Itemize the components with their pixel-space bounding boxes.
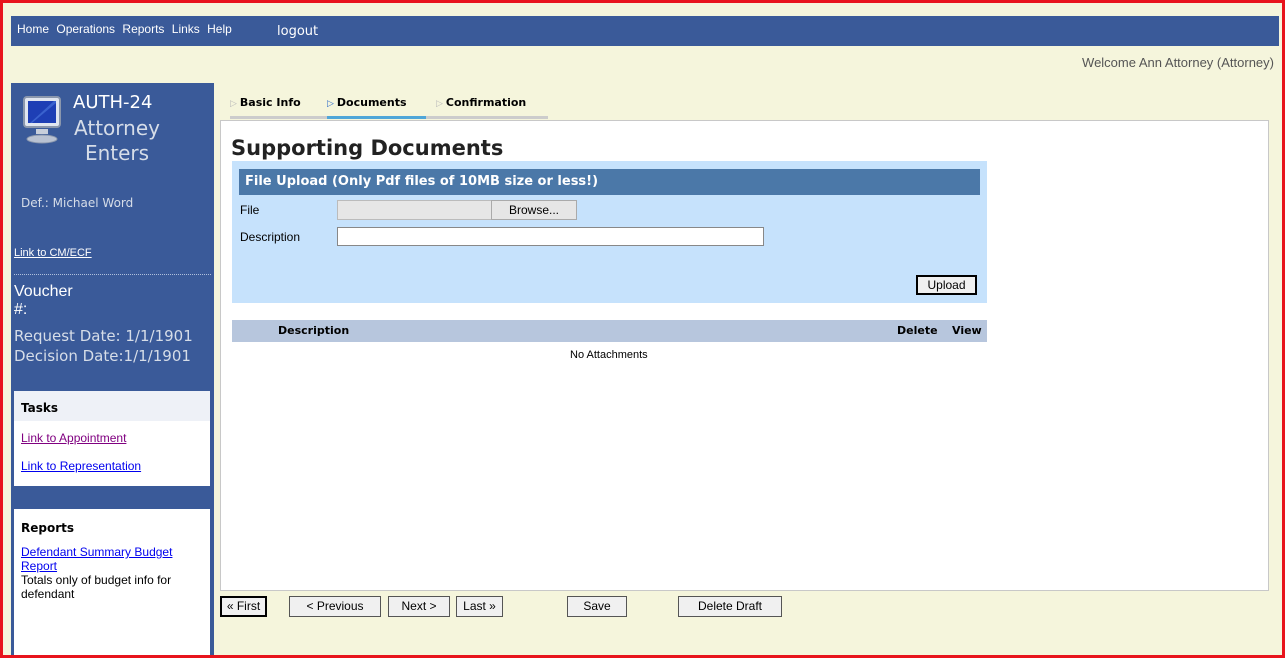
report-link-line1: Defendant Summary Budget	[21, 545, 173, 559]
form-name-line2: Enters	[84, 141, 150, 165]
nav-operations[interactable]: Operations	[56, 22, 115, 36]
defendant-summary-budget-link[interactable]: Defendant Summary Budget Report	[14, 545, 210, 573]
column-delete: Delete	[897, 324, 938, 337]
triangle-right-icon: ▷	[327, 99, 334, 109]
tab-confirmation-label: Confirmation	[445, 96, 527, 109]
form-name: Attorney Enters	[71, 116, 163, 166]
nav-links[interactable]: Links	[172, 22, 200, 36]
no-attachments-message: No Attachments	[570, 349, 648, 361]
voucher-number: Voucher #:	[14, 283, 73, 319]
previous-button[interactable]: < Previous	[289, 596, 381, 617]
top-nav-bar: Home Operations Reports Links Help logou…	[11, 16, 1279, 46]
first-button[interactable]: « First	[220, 596, 267, 617]
tab-basic-info[interactable]: ▷ Basic Info	[230, 96, 301, 116]
description-label: Description	[240, 230, 301, 244]
top-nav-links: Home Operations Reports Links Help	[17, 22, 236, 36]
tab-documents-label: Documents	[336, 96, 407, 109]
save-button[interactable]: Save	[567, 596, 627, 617]
column-view: View	[952, 324, 982, 337]
column-description: Description	[278, 324, 350, 337]
nav-help[interactable]: Help	[207, 22, 232, 36]
reports-title: Reports	[14, 509, 210, 541]
page-frame: Home Operations Reports Links Help logou…	[0, 0, 1285, 658]
nav-reports[interactable]: Reports	[122, 22, 164, 36]
delete-draft-button[interactable]: Delete Draft	[678, 596, 782, 617]
sidebar: AUTH-24 Attorney Enters Def.: Michael Wo…	[11, 83, 214, 655]
tasks-title: Tasks	[14, 391, 210, 421]
file-path-field[interactable]	[337, 200, 492, 220]
tab-basic-info-label: Basic Info	[239, 96, 301, 109]
report-note: Totals only of budget info for defendant	[21, 573, 172, 601]
file-upload-header: File Upload (Only Pdf files of 10MB size…	[239, 169, 980, 195]
monitor-icon	[23, 96, 61, 144]
last-button[interactable]: Last »	[456, 596, 503, 617]
file-upload-box: File Upload (Only Pdf files of 10MB size…	[232, 161, 987, 303]
active-tab-underline	[327, 116, 426, 119]
form-name-line1: Attorney	[74, 116, 160, 140]
next-button[interactable]: Next >	[388, 596, 450, 617]
page-title: Supporting Documents	[231, 136, 504, 160]
voucher-label: Voucher	[14, 283, 73, 300]
browse-button[interactable]: Browse...	[491, 200, 577, 220]
upload-button[interactable]: Upload	[916, 275, 977, 295]
cmecf-link[interactable]: Link to CM/ECF	[14, 247, 92, 259]
sidebar-divider	[14, 274, 211, 275]
link-to-appointment[interactable]: Link to Appointment	[14, 431, 210, 445]
defendant-name: Def.: Michael Word	[21, 196, 134, 210]
tab-documents[interactable]: ▷ Documents	[327, 96, 407, 116]
nav-home[interactable]: Home	[17, 22, 49, 36]
request-date: Request Date: 1/1/1901	[14, 327, 193, 345]
link-to-representation[interactable]: Link to Representation	[14, 459, 210, 473]
attachments-table-header: Description Delete View	[232, 320, 987, 342]
form-code: AUTH-24	[73, 92, 153, 113]
triangle-right-icon: ▷	[436, 99, 443, 109]
logout-link[interactable]: logout	[277, 24, 318, 39]
description-field[interactable]	[337, 227, 764, 246]
welcome-message: Welcome Ann Attorney (Attorney)	[1082, 55, 1274, 70]
tasks-panel: Tasks Link to Appointment Link to Repres…	[14, 391, 210, 486]
decision-date: Decision Date:1/1/1901	[14, 347, 191, 365]
triangle-right-icon: ▷	[230, 99, 237, 109]
voucher-hash: #:	[14, 301, 28, 318]
reports-panel: Reports Defendant Summary Budget Report …	[14, 509, 210, 655]
file-label: File	[240, 203, 260, 217]
report-link-line2: Report	[21, 559, 58, 573]
tab-confirmation[interactable]: ▷ Confirmation	[436, 96, 526, 116]
